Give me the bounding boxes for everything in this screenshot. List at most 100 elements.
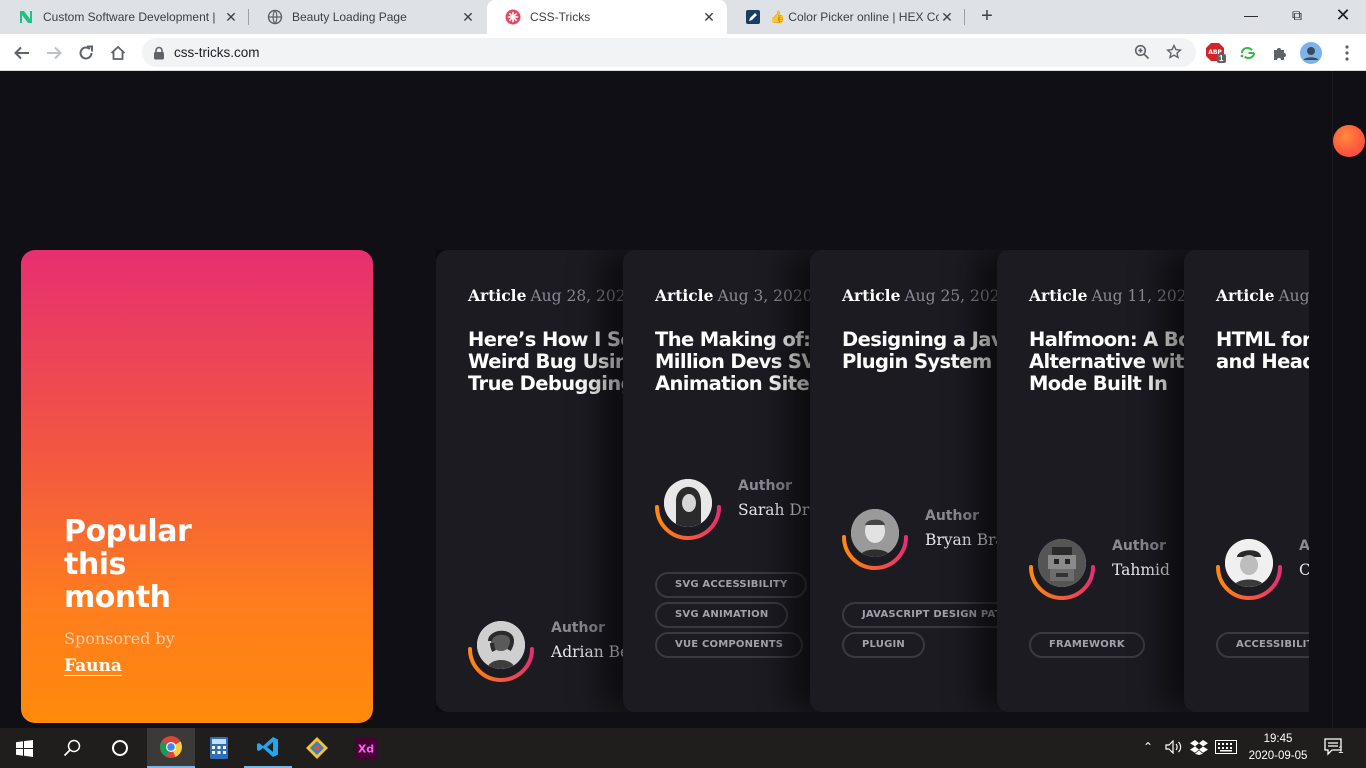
search-icon (63, 739, 81, 757)
card-date: Aug 11, 2020 (1091, 287, 1197, 305)
author-name: Tahmid (1112, 561, 1170, 579)
clock-time: 19:45 (1263, 733, 1293, 745)
page-content: Popular this month Sponsored by Fauna Ar… (0, 71, 1366, 728)
taskbar-chrome[interactable] (147, 728, 195, 768)
taskbar-vscode[interactable] (244, 728, 292, 768)
profile-avatar[interactable] (1300, 42, 1322, 64)
chrome-icon (160, 736, 182, 758)
article-card[interactable]: ArticleAug 6, 2020 HTML for Subheadings … (1184, 250, 1309, 712)
card-meta: Article Aug 28, 2020 (468, 286, 636, 305)
card-kind: Article (1029, 286, 1088, 305)
taskbar-git-kraken[interactable] (293, 728, 341, 768)
cortana-circle-icon (112, 740, 128, 756)
avatar (851, 509, 899, 557)
keyboard-icon[interactable] (1215, 740, 1237, 757)
grammarly-icon[interactable] (1237, 42, 1259, 64)
author-label: Author (1112, 538, 1166, 554)
calculator-icon (210, 737, 228, 759)
avatar (664, 479, 712, 527)
arrow-right-icon (47, 46, 62, 60)
tab-custom-software[interactable]: Custom Software Development | ✕ (0, 0, 249, 34)
card-title[interactable]: HTML for Subheadings and Headings (1216, 329, 1309, 373)
scrollbar[interactable] (1332, 71, 1366, 728)
new-tab-button[interactable]: + (976, 5, 998, 27)
card-kind: Article (468, 286, 527, 305)
vscode-icon (257, 737, 278, 757)
lock-icon (153, 46, 165, 65)
tab-css-tricks[interactable]: CSS-Tricks ✕ (487, 0, 727, 34)
adobe-xd-icon: Xd (355, 737, 377, 759)
n-logo-icon (18, 9, 34, 25)
tag-pill[interactable]: SVG ANIMATION (655, 602, 789, 628)
author-name: Chris Coyier (1299, 561, 1309, 579)
windows-logo-icon (15, 739, 33, 757)
css-tricks-star-icon (505, 9, 521, 25)
reload-button[interactable] (74, 41, 98, 65)
dropbox-icon[interactable] (1190, 740, 1208, 758)
close-window-button[interactable]: ✕ (1320, 0, 1366, 30)
close-icon[interactable]: ✕ (460, 9, 476, 25)
card-kind: Article (842, 286, 901, 305)
extension-badge: 1 (1219, 54, 1224, 63)
bookmark-star-icon[interactable] (1165, 43, 1183, 65)
card-meta: Article Aug 11, 2020 (1029, 286, 1197, 305)
tab-beauty-loading[interactable]: Beauty Loading Page ✕ (249, 0, 486, 34)
forward-button[interactable] (42, 41, 66, 65)
tag-pill[interactable]: SVG ACCESSIBILITY (655, 572, 808, 598)
volume-icon[interactable] (1165, 739, 1183, 757)
browser-toolbar: css-tricks.com ABP 1 (0, 34, 1366, 71)
close-icon[interactable]: ✕ (701, 9, 717, 25)
tab-title: Beauty Loading Page (292, 10, 407, 24)
card-date: Aug 25, 2020 (904, 287, 1010, 305)
notification-count: 1 (1338, 745, 1344, 756)
menu-dots-icon[interactable] (1336, 42, 1358, 64)
adblock-icon[interactable]: ABP 1 (1205, 42, 1227, 64)
gradient-orb-icon[interactable] (1333, 125, 1365, 157)
notification-icon[interactable]: 1 (1324, 738, 1344, 759)
avatar (477, 621, 525, 669)
card-date: Aug 3, 2020 (717, 287, 813, 305)
card-date: Aug 28, 2020 (530, 287, 636, 305)
tag-pill[interactable]: ACCESSIBILITY (1216, 632, 1309, 658)
pen-icon (745, 9, 761, 25)
card-author[interactable]: Author Chris Coyier (1216, 534, 1309, 600)
tab-color-picker[interactable]: 👍 Color Picker online | HEX Colo ✕ (727, 0, 965, 34)
close-icon[interactable]: ✕ (223, 9, 239, 25)
cortana-button[interactable] (96, 728, 144, 768)
start-button[interactable] (0, 728, 48, 768)
restore-button[interactable]: ⧉ (1274, 0, 1320, 30)
arrow-left-icon (14, 46, 29, 60)
url-text: css-tricks.com (174, 45, 260, 60)
card-kind: Article (1216, 286, 1275, 305)
avatar (1038, 539, 1086, 587)
clock-date: 2020-09-05 (1248, 750, 1308, 762)
svg-text:Xd: Xd (358, 743, 374, 756)
card-meta: Article Aug 3, 2020 (655, 286, 813, 305)
minimize-button[interactable]: — (1228, 0, 1274, 30)
tab-strip: Custom Software Development | ✕ Beauty L… (0, 0, 1366, 34)
search-button[interactable] (48, 728, 96, 768)
zoom-icon[interactable] (1134, 44, 1150, 65)
author-label: Author (1299, 538, 1309, 554)
puzzle-icon[interactable] (1269, 42, 1291, 64)
sponsor-link[interactable]: Fauna (64, 656, 122, 676)
taskbar-calculator[interactable] (195, 728, 243, 768)
close-icon[interactable]: ✕ (939, 9, 955, 25)
card-kind: Article (655, 286, 714, 305)
card-date: Aug 6, 2020 (1278, 287, 1309, 305)
reload-icon (79, 45, 93, 60)
back-button[interactable] (10, 41, 34, 65)
git-diamond-icon (306, 737, 328, 759)
home-button[interactable] (106, 41, 130, 65)
chevron-up-icon[interactable]: ⌃ (1143, 740, 1153, 754)
taskbar-adobe-xd[interactable]: Xd (342, 728, 390, 768)
article-cards-scroller[interactable]: ArticleAug 28, 2020 Here’s How I Solved … (436, 250, 1309, 712)
tab-separator (964, 9, 965, 25)
system-clock[interactable]: 19:45 2020-09-05 (1240, 731, 1316, 765)
address-bar[interactable]: css-tricks.com (142, 38, 1196, 67)
popular-title: Popular this month (64, 514, 192, 615)
tag-pill[interactable]: FRAMEWORK (1029, 632, 1145, 658)
tab-title: 👍 Color Picker online | HEX Colo (770, 10, 939, 24)
tag-pill[interactable]: VUE COMPONENTS (655, 632, 804, 658)
tag-pill[interactable]: PLUGIN (842, 632, 925, 658)
